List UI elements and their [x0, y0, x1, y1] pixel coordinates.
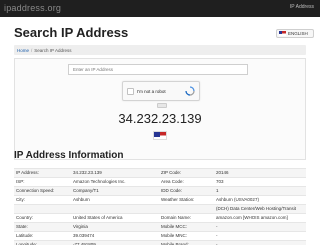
table-row: Country: United States of America Domain N… [14, 213, 306, 223]
info-label: Mobile Brand: [159, 240, 214, 245]
info-label: State: [14, 222, 71, 232]
recaptcha-label: I'm not a robot [137, 89, 166, 94]
info-value: -77.491809 [71, 240, 159, 245]
ip-search-input[interactable] [68, 64, 248, 75]
info-label: Latitude: [14, 231, 71, 241]
info-value: 703 [214, 177, 306, 187]
table-row: (DCH) Data Center/Web Hosting/Transit [14, 204, 306, 214]
info-value: Ashburn [71, 195, 159, 205]
info-value: (DCH) Data Center/Web Hosting/Transit [214, 204, 306, 214]
info-label: Mobile MNC: [159, 231, 214, 241]
table-row: Connection Speed: Company/T1 IDD Code: 1 [14, 186, 306, 196]
info-value: - [214, 222, 306, 232]
info-label: IDD Code: [159, 186, 214, 196]
language-selector[interactable]: ENGLISH [276, 29, 314, 38]
info-label: Connection Speed: [14, 186, 71, 196]
info-label [159, 204, 214, 214]
info-value [71, 204, 159, 214]
result-ip-address: 34.232.23.139 [118, 111, 202, 126]
section-title-ip-info: IP Address Information [14, 150, 124, 161]
info-value: 20146 [214, 168, 306, 178]
info-value: 1 [214, 186, 306, 196]
info-value: - [214, 231, 306, 241]
info-label: ISP: [14, 177, 71, 187]
language-label: ENGLISH [288, 31, 308, 36]
table-row: Latitude: 39.039474 Mobile MNC: - [14, 231, 306, 241]
breadcrumb-current: Search IP Address [34, 47, 72, 53]
info-label: IP Address: [14, 168, 71, 178]
breadcrumb-separator: / [31, 47, 33, 53]
us-flag-icon [279, 31, 286, 36]
table-row: City: Ashburn Weather Station: Ashburn (USV… [14, 195, 306, 205]
table-row: ISP: Amazon Technologies Inc. Area Code: 70… [14, 177, 306, 187]
breadcrumb-home[interactable]: Home [17, 48, 29, 53]
table-row: Longitude: -77.491809 Mobile Brand: - [14, 240, 306, 245]
table-row: State: Virginia Mobile MCC: - [14, 222, 306, 232]
info-value[interactable]: 34.232.23.139 [71, 168, 159, 178]
page-title: Search IP Address [14, 25, 129, 40]
result-country-flag-icon [153, 131, 167, 140]
info-value: Virginia [71, 222, 159, 232]
info-label: Weather Station: [159, 195, 214, 205]
breadcrumb: Home / Search IP Address [14, 45, 306, 55]
info-label: Area Code: [159, 177, 214, 187]
ip-info-table: IP Address: 34.232.23.139 ZIP Code: 20146 IS… [14, 168, 306, 245]
info-value: 39.039474 [71, 231, 159, 241]
search-submit-button[interactable] [157, 103, 167, 108]
recaptcha-widget: I'm not a robot [122, 81, 200, 101]
recaptcha-checkbox[interactable] [127, 88, 134, 95]
top-navbar: ipaddress.org IP Address [0, 0, 320, 17]
info-value: Ashburn (USVA0027) [214, 195, 306, 205]
info-value: amazon.com [WHOIS amazon.com] [214, 213, 306, 223]
nav-link-ip-address[interactable]: IP Address [290, 4, 314, 10]
info-label: Country: [14, 213, 71, 223]
info-label: ZIP Code: [159, 168, 214, 178]
info-value: Company/T1 [71, 186, 159, 196]
info-label: Mobile MCC: [159, 222, 214, 232]
site-logo[interactable]: ipaddress.org [4, 3, 61, 13]
info-label [14, 204, 71, 214]
info-label: Domain Name: [159, 213, 214, 223]
info-label: Longitude: [14, 240, 71, 245]
recaptcha-logo-icon [185, 86, 195, 96]
table-row: IP Address: 34.232.23.139 ZIP Code: 20146 [14, 168, 306, 178]
info-value[interactable]: Amazon Technologies Inc. [71, 177, 159, 187]
info-label: City: [14, 195, 71, 205]
info-value: United States of America [71, 213, 159, 223]
info-value: - [214, 240, 306, 245]
